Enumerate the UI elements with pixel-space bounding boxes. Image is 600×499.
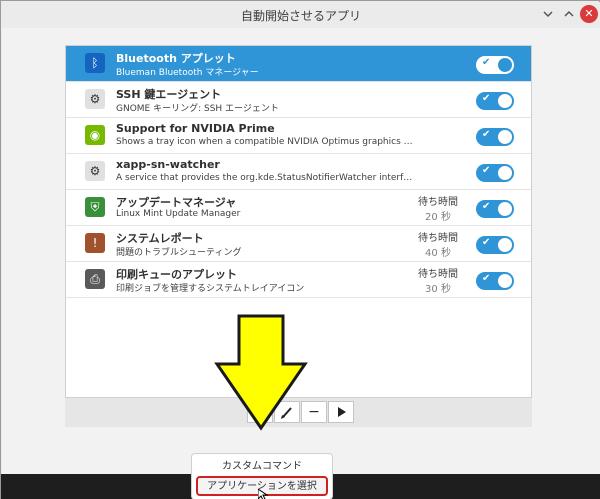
delay-value: 20 秒 — [425, 212, 451, 223]
delay-value: 40 秒 — [425, 248, 451, 259]
window-frame: 自動開始させるアプリ ✕ ᛒ Bluetooth アプレット Blueman Blu… — [0, 0, 600, 499]
delay-value: 30 秒 — [425, 284, 451, 295]
bluetooth-icon: ᛒ — [85, 53, 105, 73]
check-icon: ✔ — [482, 237, 491, 248]
check-icon: ✔ — [482, 93, 491, 104]
app-row[interactable]: ⚙ SSH 鍵エージェント GNOME キーリング: SSH エージェント ✔ — [66, 82, 531, 118]
mouse-cursor-icon — [258, 489, 269, 499]
printer-icon: ⎙ — [85, 269, 105, 289]
app-description: Shows a tray icon when a compatible NVID… — [116, 137, 416, 147]
run-button[interactable] — [328, 401, 354, 423]
app-description: 印刷ジョブを管理するシステムトレイアイコン — [116, 284, 305, 294]
title-bar: 自動開始させるアプリ ✕ — [2, 2, 600, 28]
enable-toggle[interactable]: ✔ — [476, 56, 514, 74]
toggle-knob — [498, 274, 512, 288]
check-icon: ✔ — [482, 129, 491, 140]
app-name: アップデートマネージャ — [116, 196, 237, 209]
app-name: Bluetooth アプレット — [116, 52, 236, 65]
toggle-knob — [498, 202, 512, 216]
gears-icon: ⚙ — [85, 89, 105, 109]
maximize-icon[interactable] — [560, 5, 578, 23]
enable-toggle[interactable]: ✔ — [476, 128, 514, 146]
report-icon: ! — [85, 233, 105, 253]
delay-label: 待ち時間 — [418, 269, 458, 280]
toggle-knob — [498, 130, 512, 144]
window-title: 自動開始させるアプリ — [240, 9, 361, 23]
enable-toggle[interactable]: ✔ — [476, 272, 514, 290]
minimize-icon[interactable] — [539, 5, 557, 23]
check-icon: ✔ — [482, 273, 491, 284]
app-description: 問題のトラブルシューティング — [116, 248, 242, 258]
check-icon: ✔ — [482, 165, 491, 176]
toggle-knob — [498, 58, 512, 72]
check-icon: ✔ — [482, 57, 491, 68]
toggle-knob — [498, 94, 512, 108]
menu-item-custom-command[interactable]: カスタムコマンド — [192, 457, 332, 477]
minus-icon: − — [308, 404, 320, 420]
app-description: Linux Mint Update Manager — [116, 209, 241, 219]
app-row[interactable]: ⛨ アップデートマネージャ Linux Mint Update Manager 待ち時… — [66, 190, 531, 226]
check-icon: ✔ — [482, 201, 491, 212]
app-name: 印刷キューのアプレット — [116, 268, 237, 281]
delay-label: 待ち時間 — [418, 233, 458, 244]
gears-icon: ⚙ — [85, 161, 105, 181]
app-description: GNOME キーリング: SSH エージェント — [116, 104, 279, 114]
app-name: システムレポート — [116, 232, 204, 245]
app-row[interactable]: ⎙ 印刷キューのアプレット印刷ジョブを管理するシステムトレイアイコン 待ち時間 30 … — [66, 262, 531, 298]
app-description: A service that provides the org.kde.Stat… — [116, 173, 416, 183]
annotation-arrow-icon — [214, 314, 308, 431]
close-icon[interactable]: ✕ — [580, 5, 598, 23]
delay-label: 待ち時間 — [418, 197, 458, 208]
toggle-knob — [498, 238, 512, 252]
enable-toggle[interactable]: ✔ — [476, 164, 514, 182]
app-name: Support for NVIDIA Prime — [116, 122, 275, 135]
app-row[interactable]: ⚙ xapp-sn-watcher A service that provides … — [66, 154, 531, 190]
app-name: SSH 鍵エージェント — [116, 88, 222, 101]
play-icon — [338, 407, 346, 417]
app-name: xapp-sn-watcher — [116, 158, 220, 171]
app-row[interactable]: ! システムレポート問題のトラブルシューティング 待ち時間 40 秒 ✔ — [66, 226, 531, 262]
nvidia-icon: ◉ — [85, 125, 105, 145]
app-row[interactable]: ᛒ Bluetooth アプレット Blueman Bluetooth マネージャー… — [66, 46, 531, 82]
enable-toggle[interactable]: ✔ — [476, 236, 514, 254]
toggle-knob — [498, 166, 512, 180]
app-row[interactable]: ◉ Support for NVIDIA Prime Shows a tray ic… — [66, 118, 531, 154]
shield-icon: ⛨ — [85, 197, 105, 217]
enable-toggle[interactable]: ✔ — [476, 92, 514, 110]
app-description: Blueman Bluetooth マネージャー — [116, 68, 259, 78]
enable-toggle[interactable]: ✔ — [476, 200, 514, 218]
